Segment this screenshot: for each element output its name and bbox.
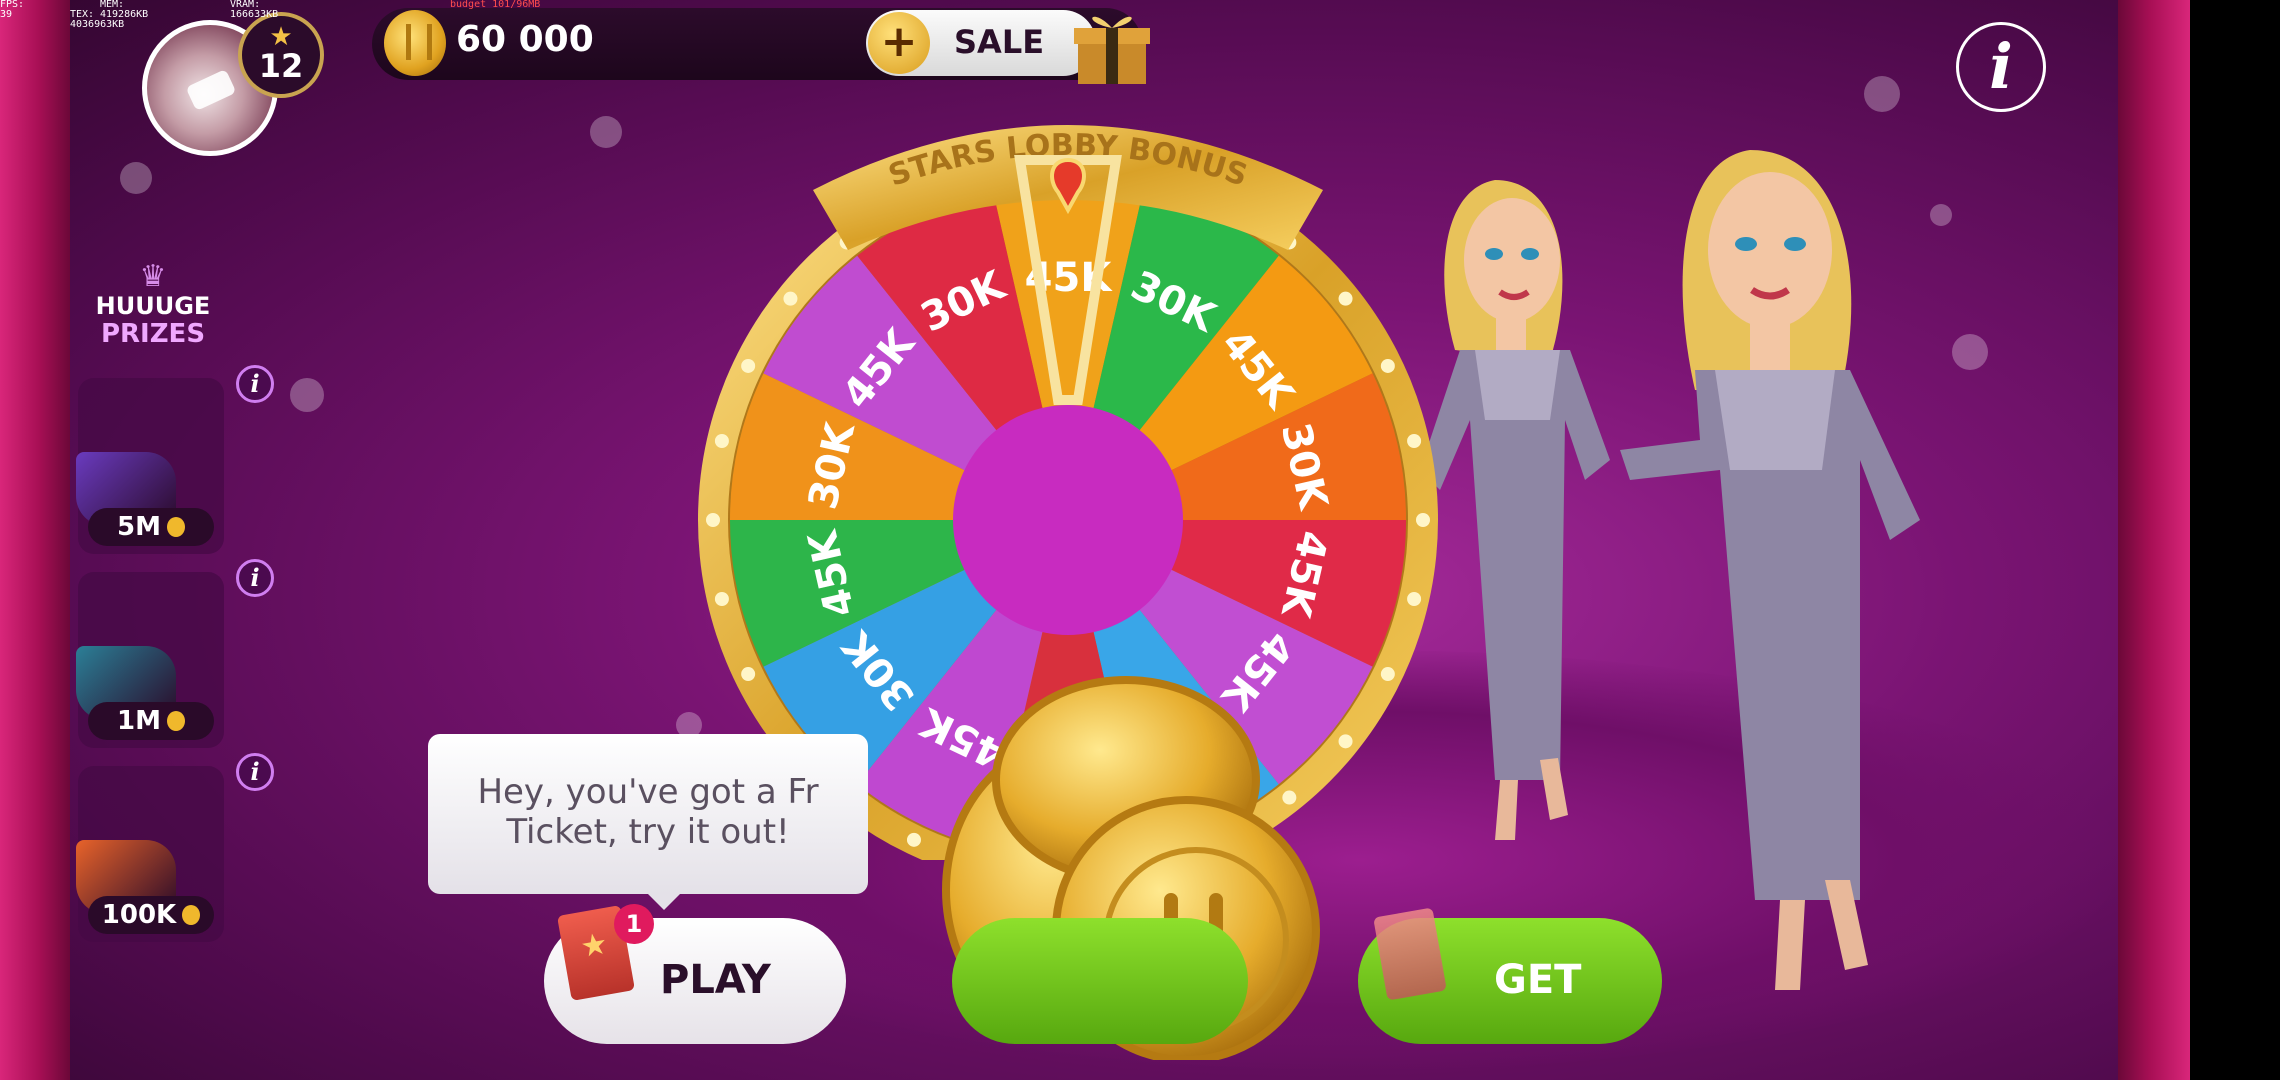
wheel-bulb [741,358,756,373]
curtain-left [0,0,70,1080]
debug-vram: VRAM: 166633KB [230,0,279,20]
prize-value-5m: 5M [88,508,214,546]
prize-info-button[interactable]: i [236,559,274,597]
wheel-bulb [1416,513,1430,527]
gift-box-icon[interactable] [1072,6,1152,86]
bokeh-dot [590,116,622,148]
hint-speech-bubble: Hey, you've got a Fr Ticket, try it out! [428,734,868,910]
bokeh-dot [1864,76,1900,112]
player-level: 12 [258,47,304,85]
debug-budget: budget 101/96MB [450,0,541,10]
spin-button[interactable] [952,918,1248,1044]
wheel-bulb [714,434,729,449]
prize-info-button[interactable]: i [236,753,274,791]
sale-button-label[interactable]: SALE [954,20,1044,64]
wheel-bulb [714,591,729,606]
coin-icon [182,905,201,925]
wheel-bulb [1380,358,1395,373]
coin-balance: 60 000 [456,19,594,60]
coin-icon [384,10,446,76]
ticket-count-badge: 1 [614,904,654,944]
star-icon: ★ [577,926,611,966]
curtain-right [2118,0,2190,1080]
player-level-badge: ★ 12 [238,12,324,98]
wheel-bulb [1407,434,1422,449]
wheel-bulb [783,291,798,306]
wheel-bulb [1380,667,1395,682]
wheel-bulb [906,832,921,847]
prize-value-100k: 100K [88,896,214,934]
coin-icon [166,711,185,731]
wheel-bulb [1338,291,1353,306]
wheel-hub [953,405,1183,635]
wheel-bulb [741,667,756,682]
prizes-title-line2: PRIZES [100,319,206,349]
get-button-label[interactable]: GET [1494,956,1581,1004]
huuuge-prizes-title: ♛ HUUUGE PRIZES [72,259,234,349]
prize-value-1m: 1M [88,702,214,740]
bokeh-dot [290,378,324,412]
debug-fps: FPS: 39 [0,0,25,20]
coin-icon [166,517,185,537]
play-button-label[interactable]: PLAY [660,956,771,1004]
wheel-bulb [1407,591,1422,606]
crown-icon: ♛ [139,259,167,294]
prize-info-button[interactable]: i [236,365,274,403]
debug-tex: TEX: 4036963KB [70,9,125,30]
hostess-character-right [1620,150,1920,990]
plus-icon[interactable]: + [868,12,930,74]
avatar-photo [185,68,237,112]
wheel-bulb [706,513,720,527]
game-scene: 45K30K45K30K45K45K30K45K45K30K45K30K45K3… [0,0,2190,1080]
hint-text: Hey, you've got a Fr Ticket, try it out! [477,772,819,852]
bokeh-dot [120,162,152,194]
prizes-title-line1: HUUUGE [95,292,211,320]
info-button[interactable]: i [1956,22,2046,112]
